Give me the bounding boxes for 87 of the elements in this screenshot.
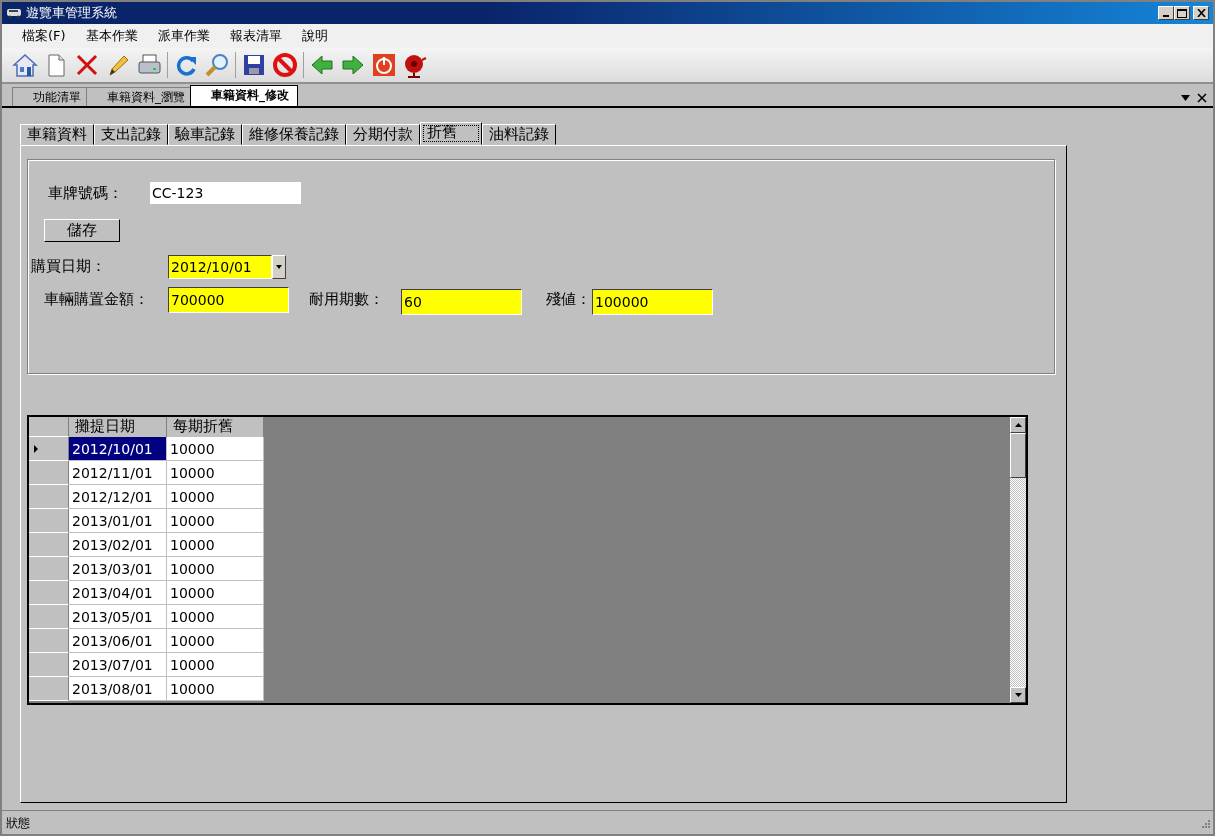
stop-icon[interactable] <box>272 52 298 78</box>
minimize-button[interactable] <box>1157 6 1174 20</box>
maximize-icon <box>1176 8 1187 18</box>
row-header[interactable] <box>29 533 69 557</box>
bus-icon <box>6 7 22 19</box>
plate-field[interactable]: CC-123 <box>150 182 301 205</box>
row-header[interactable] <box>29 605 69 629</box>
table-cell: 10000 <box>167 605 264 629</box>
window-title: 遊覽車管理系統 <box>26 4 117 23</box>
row-header[interactable] <box>29 653 69 677</box>
menu-item[interactable]: 報表清單 <box>219 26 292 46</box>
table-cell: 2013/03/01 <box>69 557 167 581</box>
caret-icon <box>276 264 282 269</box>
row-header[interactable] <box>29 581 69 605</box>
tab[interactable]: 油料記錄 <box>482 124 556 145</box>
bell-icon[interactable] <box>402 52 428 78</box>
tab[interactable]: 折舊 <box>420 122 482 145</box>
scrollbar[interactable] <box>1010 417 1026 703</box>
periods-field[interactable]: 60 <box>401 288 522 315</box>
right-arrow-icon[interactable] <box>340 52 366 78</box>
tab[interactable]: 支出記錄 <box>94 124 168 145</box>
left-arrow-icon[interactable] <box>309 52 335 78</box>
tab[interactable]: 分期付款 <box>346 124 420 145</box>
table-cell: 10000 <box>167 653 264 677</box>
scroll-down-button[interactable] <box>1010 687 1026 703</box>
table-cell: 2013/06/01 <box>69 629 167 653</box>
tab[interactable]: 維修保養記錄 <box>242 124 346 145</box>
scroll-up-button[interactable] <box>1010 417 1026 433</box>
save-button[interactable]: 儲存 <box>44 218 120 242</box>
date-field[interactable]: 2012/10/01 <box>168 254 272 279</box>
table-cell: 10000 <box>167 677 264 701</box>
menu-item[interactable]: 說明 <box>291 26 338 46</box>
row-header[interactable] <box>29 677 69 701</box>
field-label: 耐用期數： <box>309 289 385 311</box>
column-header[interactable]: 每期折舊 <box>167 417 264 437</box>
row-header[interactable] <box>29 461 69 485</box>
field-label: 殘値： <box>546 289 592 311</box>
table-cell: 2013/05/01 <box>69 605 167 629</box>
up-arrow-icon <box>1014 423 1022 427</box>
row-header[interactable] <box>29 509 69 533</box>
row-header[interactable] <box>29 485 69 509</box>
row-header[interactable] <box>29 629 69 653</box>
table-cell: 2012/12/01 <box>69 485 167 509</box>
table-cell: 10000 <box>167 533 264 557</box>
current-row-icon <box>34 444 38 453</box>
save-icon[interactable] <box>241 52 267 78</box>
table-cell: 10000 <box>167 461 264 485</box>
menu-item[interactable]: 基本作業 <box>75 26 148 46</box>
field-label: 購買日期： <box>31 256 107 278</box>
table-cell: 2013/01/01 <box>69 509 167 533</box>
power-icon[interactable] <box>371 52 397 78</box>
down-arrow-icon <box>1014 693 1022 697</box>
search-icon[interactable] <box>204 52 230 78</box>
amount-field[interactable]: 700000 <box>168 286 289 313</box>
row-header[interactable] <box>29 557 69 581</box>
table-cell: 10000 <box>167 437 264 461</box>
menu-item[interactable]: 派車作業 <box>147 26 220 46</box>
document-tab[interactable]: 車籍資料_修改 <box>190 85 298 106</box>
menu-item[interactable]: 檔案(F) <box>12 26 76 46</box>
column-header[interactable]: 攤提日期 <box>69 417 167 437</box>
table-cell: 10000 <box>167 581 264 605</box>
status-text: 狀態 <box>6 814 30 832</box>
table-cell: 10000 <box>167 557 264 581</box>
field-label: 車輛購置金額： <box>44 289 150 311</box>
tab[interactable]: 驗車記錄 <box>168 124 242 145</box>
close-icon <box>1196 9 1206 17</box>
scroll-thumb[interactable] <box>1010 433 1026 478</box>
table-cell: 10000 <box>167 629 264 653</box>
close-button[interactable] <box>1193 6 1209 20</box>
row-header[interactable] <box>29 437 69 461</box>
table-cell: 10000 <box>167 509 264 533</box>
table-cell: 2012/11/01 <box>69 461 167 485</box>
table-cell: 2012/10/01 <box>69 437 167 461</box>
table-cell: 2013/07/01 <box>69 653 167 677</box>
home-icon[interactable] <box>12 52 38 78</box>
tab[interactable]: 車籍資料 <box>20 124 94 145</box>
close-icon[interactable] <box>1196 92 1207 103</box>
table-cell: 2013/02/01 <box>69 533 167 557</box>
field-label: 車牌號碼： <box>48 183 124 204</box>
dropdown-button[interactable] <box>272 254 286 279</box>
table-cell: 2013/08/01 <box>69 677 167 701</box>
resize-grip-icon[interactable] <box>1199 817 1210 828</box>
dropdown-icon[interactable] <box>1181 94 1190 101</box>
table-cell: 10000 <box>167 485 264 509</box>
delete-icon[interactable] <box>74 52 100 78</box>
table-cell: 2013/04/01 <box>69 581 167 605</box>
residual-field[interactable]: 100000 <box>592 288 713 315</box>
